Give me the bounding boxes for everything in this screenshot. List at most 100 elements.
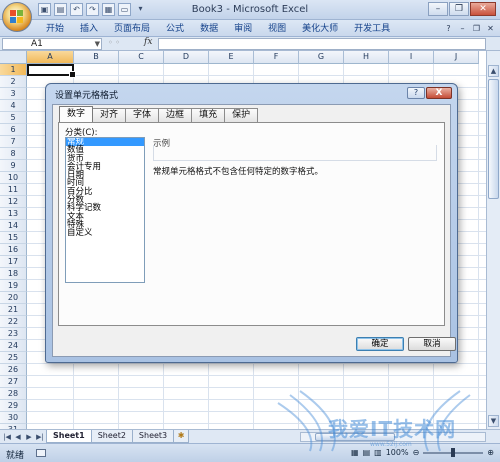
row-header[interactable]: 22 <box>0 316 27 328</box>
tab-page-layout[interactable]: 页面布局 <box>106 23 158 35</box>
column-header[interactable]: J <box>434 51 479 64</box>
last-sheet-icon[interactable]: ▶| <box>35 432 45 442</box>
row-header[interactable]: 18 <box>0 268 27 280</box>
column-header[interactable]: B <box>74 51 119 64</box>
row-header[interactable]: 3 <box>0 88 27 100</box>
row-header[interactable]: 29 <box>0 400 27 412</box>
tab-beautify-master[interactable]: 美化大师 <box>294 23 346 35</box>
chevron-down-icon[interactable]: ▼ <box>95 39 100 49</box>
category-item[interactable]: 自定义 <box>66 229 144 238</box>
row-header[interactable]: 23 <box>0 328 27 340</box>
first-sheet-icon[interactable]: |◀ <box>2 432 12 442</box>
tab-border[interactable]: 边框 <box>158 108 193 122</box>
row-header[interactable]: 10 <box>0 172 27 184</box>
normal-view-icon[interactable]: ▦ <box>351 448 359 457</box>
category-listbox[interactable]: 常规 数值 货币 会计专用 日期 时间 百分比 分数 科学记数 文本 特殊 自定… <box>65 137 145 283</box>
scroll-up-icon[interactable]: ▲ <box>488 65 499 77</box>
horizontal-scroll-thumb[interactable] <box>315 433 395 441</box>
row-header[interactable]: 6 <box>0 124 27 136</box>
row-header[interactable]: 8 <box>0 148 27 160</box>
row-header[interactable]: 12 <box>0 196 27 208</box>
row-header[interactable]: 14 <box>0 220 27 232</box>
column-header[interactable]: C <box>119 51 164 64</box>
row-header[interactable]: 1 <box>0 64 27 76</box>
row-header[interactable]: 24 <box>0 340 27 352</box>
tab-review[interactable]: 审阅 <box>226 23 260 35</box>
next-sheet-icon[interactable]: ▶ <box>24 432 34 442</box>
workbook-close-icon[interactable]: ✕ <box>485 23 496 34</box>
row-header[interactable]: 19 <box>0 280 27 292</box>
dialog-help-button[interactable]: ? <box>407 87 425 99</box>
sheet-tab-1[interactable]: Sheet1 <box>46 430 92 443</box>
macro-record-icon[interactable] <box>36 449 46 457</box>
workbook-restore-icon[interactable]: ❐ <box>471 23 482 34</box>
tab-alignment[interactable]: 对齐 <box>92 108 127 122</box>
tab-number[interactable]: 数字 <box>59 106 94 122</box>
zoom-in-icon[interactable]: ⊕ <box>487 448 494 457</box>
column-header[interactable]: H <box>344 51 389 64</box>
row-header[interactable]: 13 <box>0 208 27 220</box>
row-header[interactable]: 9 <box>0 160 27 172</box>
tab-fill[interactable]: 填充 <box>191 108 226 122</box>
row-header[interactable]: 30 <box>0 412 27 424</box>
row-header[interactable]: 11 <box>0 184 27 196</box>
vertical-scroll-thumb[interactable] <box>488 79 499 199</box>
workbook-minimize-icon[interactable]: – <box>457 23 468 34</box>
row-header[interactable]: 26 <box>0 364 27 376</box>
minimize-button[interactable]: – <box>428 2 448 16</box>
dialog-close-button[interactable]: X <box>426 87 452 99</box>
row-header[interactable]: 17 <box>0 256 27 268</box>
tab-protection[interactable]: 保护 <box>224 108 259 122</box>
prev-sheet-icon[interactable]: ◀ <box>13 432 23 442</box>
close-button[interactable]: ✕ <box>470 2 496 16</box>
help-icon[interactable]: ? <box>443 23 454 34</box>
row-header[interactable]: 15 <box>0 232 27 244</box>
page-break-view-icon[interactable]: ▥ <box>374 448 382 457</box>
tab-font[interactable]: 字体 <box>125 108 160 122</box>
insert-function-button[interactable]: fx <box>144 37 152 47</box>
tab-developer[interactable]: 开发工具 <box>346 23 398 35</box>
tab-home[interactable]: 开始 <box>38 23 72 35</box>
select-all-corner[interactable] <box>0 51 27 64</box>
column-header[interactable]: I <box>389 51 434 64</box>
row-header[interactable]: 2 <box>0 76 27 88</box>
zoom-slider[interactable] <box>423 447 484 457</box>
format-cells-dialog: 设置单元格格式 ? X 数字 对齐 字体 边框 填充 保护 分类(C): 常规 … <box>45 83 458 363</box>
row-header[interactable]: 7 <box>0 136 27 148</box>
tab-formulas[interactable]: 公式 <box>158 23 192 35</box>
column-header[interactable]: E <box>209 51 254 64</box>
insert-sheet-icon[interactable]: ✱ <box>173 430 190 443</box>
format-description: 常规单元格格式不包含任何特定的数字格式。 <box>153 167 324 177</box>
vertical-scrollbar[interactable]: ▲ ▼ <box>486 51 500 429</box>
row-header[interactable]: 16 <box>0 244 27 256</box>
column-header[interactable]: G <box>299 51 344 64</box>
tab-insert[interactable]: 插入 <box>72 23 106 35</box>
tab-view[interactable]: 视图 <box>260 23 294 35</box>
row-header[interactable]: 5 <box>0 112 27 124</box>
formula-input[interactable] <box>158 38 486 50</box>
scroll-down-icon[interactable]: ▼ <box>488 415 499 427</box>
row-header[interactable]: 25 <box>0 352 27 364</box>
column-header[interactable]: F <box>254 51 299 64</box>
name-box[interactable]: A1 ▼ <box>2 38 102 50</box>
office-button[interactable] <box>2 2 32 32</box>
grid-hline <box>27 363 486 364</box>
ok-button[interactable]: 确定 <box>356 337 404 351</box>
sheet-tab-3[interactable]: Sheet3 <box>131 430 175 443</box>
row-header[interactable]: 28 <box>0 388 27 400</box>
zoom-level[interactable]: 100% <box>386 448 409 457</box>
row-header[interactable]: 4 <box>0 100 27 112</box>
active-cell-a1[interactable] <box>27 64 76 78</box>
restore-button[interactable]: ❐ <box>449 2 469 16</box>
row-header[interactable]: 27 <box>0 376 27 388</box>
zoom-out-icon[interactable]: ⊖ <box>413 448 420 457</box>
column-header[interactable]: D <box>164 51 209 64</box>
tab-data[interactable]: 数据 <box>192 23 226 35</box>
row-header[interactable]: 20 <box>0 292 27 304</box>
column-header[interactable]: A <box>27 51 74 64</box>
row-header[interactable]: 21 <box>0 304 27 316</box>
horizontal-scrollbar[interactable] <box>300 432 486 442</box>
sheet-tab-2[interactable]: Sheet2 <box>90 430 133 443</box>
page-layout-view-icon[interactable]: ▤ <box>363 448 371 457</box>
cancel-button[interactable]: 取消 <box>408 337 456 351</box>
